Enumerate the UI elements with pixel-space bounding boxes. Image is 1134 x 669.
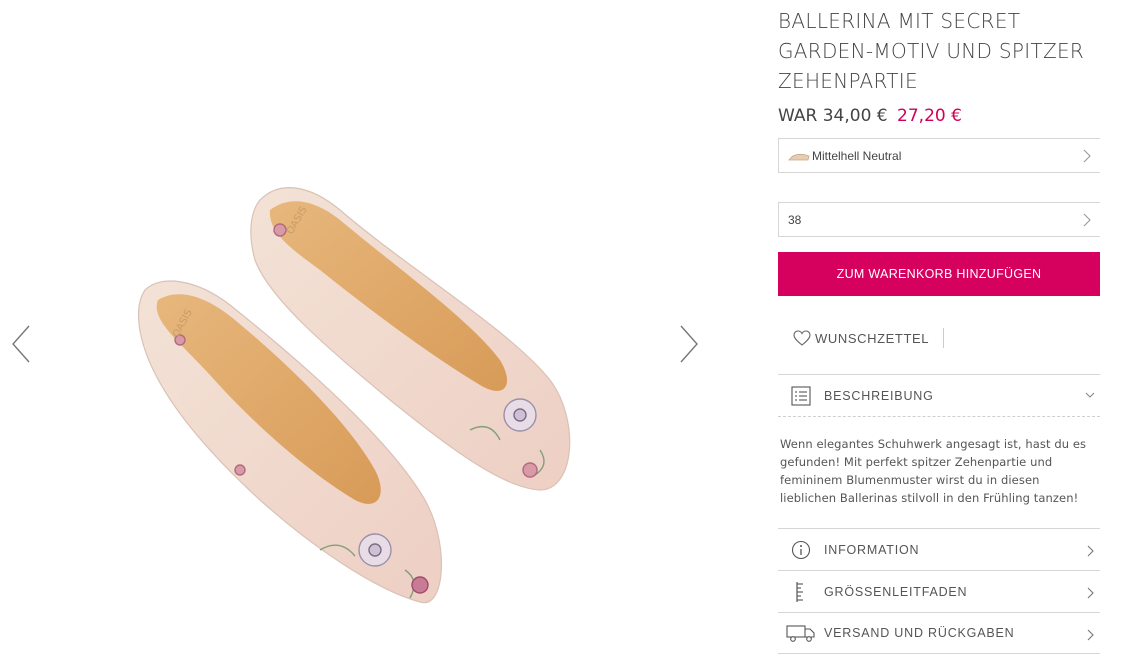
shipping-returns-label: VERSAND UND RÜCKGABEN	[824, 626, 1015, 640]
chevron-right-icon	[1087, 545, 1094, 557]
gallery-prev-button[interactable]	[8, 322, 38, 366]
size-select-value: 38	[788, 212, 802, 227]
chevron-right-icon	[1087, 587, 1094, 599]
price-new: 27,20 €	[897, 106, 962, 126]
chevron-right-icon	[680, 325, 698, 363]
chevron-left-icon	[12, 325, 30, 363]
color-select[interactable]: Mittelhell Neutral	[778, 138, 1100, 173]
divider	[943, 328, 945, 348]
price-was-label: WAR	[778, 106, 818, 126]
add-to-cart-button[interactable]: ZUM WARENKORB HINZUFÜGEN	[778, 252, 1100, 296]
color-select-value: Mittelhell Neutral	[812, 148, 902, 163]
price: WAR 34,00 € 27,20 €	[778, 106, 1100, 126]
description-text: Wenn elegantes Schuhwerk angesagt ist, h…	[780, 437, 1087, 505]
gallery-next-button[interactable]	[674, 322, 704, 366]
info-icon	[791, 540, 811, 559]
wishlist-label: WUNSCHZETTEL	[815, 330, 930, 346]
product-title-line: BALLERINA MIT SECRET	[778, 9, 1021, 33]
ruler-icon	[796, 581, 803, 602]
price-old: 34,00 €	[822, 106, 888, 126]
description-accordion-header[interactable]: BESCHREIBUNG	[778, 374, 1100, 417]
product-title-line: GARDEN-MOTIV UND SPITZER	[778, 39, 1085, 63]
size-guide-label: GRÖSSENLEITFADEN	[824, 584, 968, 599]
product-image: OASIS OASIS	[138, 187, 571, 604]
product-gallery: OASIS OASIS	[0, 0, 720, 669]
chevron-right-icon	[1083, 213, 1091, 227]
description-heading: BESCHREIBUNG	[824, 388, 934, 403]
list-icon	[791, 385, 811, 406]
product-title-line: ZEHENPARTIE	[778, 69, 918, 93]
information-link[interactable]: INFORMATION	[778, 528, 1100, 570]
product-details: BALLERINA MIT SECRET GARDEN-MOTIV UND SP…	[778, 0, 1100, 654]
chevron-right-icon	[1083, 149, 1091, 163]
chevron-right-icon	[1087, 629, 1094, 641]
product-title: BALLERINA MIT SECRET GARDEN-MOTIV UND SP…	[778, 6, 1100, 96]
heart-icon	[793, 330, 811, 346]
truck-icon	[786, 625, 815, 642]
shipping-returns-link[interactable]: VERSAND UND RÜCKGABEN	[778, 612, 1100, 654]
size-select[interactable]: 38	[778, 202, 1100, 237]
wishlist-button[interactable]: WUNSCHZETTEL	[778, 326, 1100, 350]
size-guide-link[interactable]: GRÖSSENLEITFADEN	[778, 570, 1100, 612]
chevron-down-icon	[1085, 392, 1095, 398]
information-label: INFORMATION	[824, 542, 920, 557]
color-swatch	[788, 153, 810, 160]
